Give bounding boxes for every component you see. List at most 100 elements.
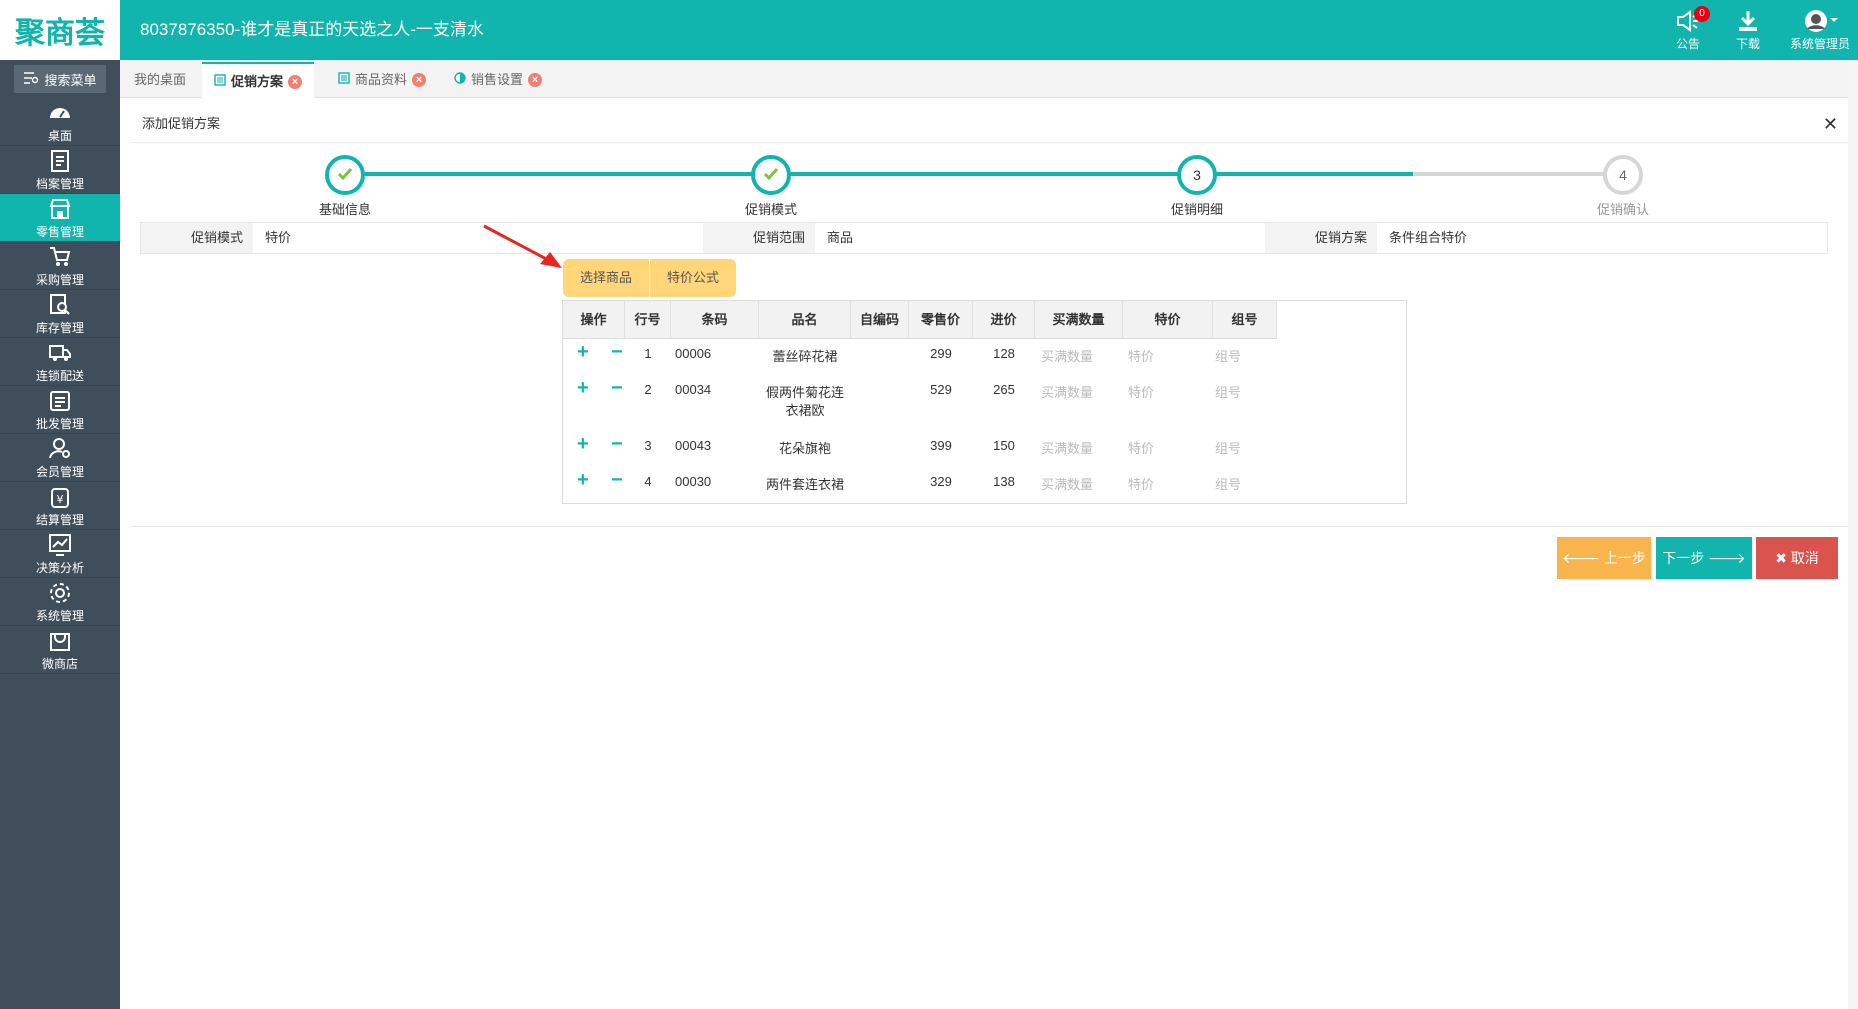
nav-purchase[interactable]: 采购管理 — [0, 242, 120, 290]
tab-goods[interactable]: 商品资料 × — [326, 62, 438, 98]
scrollbar[interactable] — [1848, 60, 1858, 1009]
cell-name: 花朵旗袍 — [778, 441, 831, 456]
special-price-input[interactable]: 特价 — [1128, 438, 1210, 457]
cancel-button[interactable]: ✖ 取消 — [1756, 537, 1838, 579]
fullqty-input[interactable]: 买满数量 — [1041, 474, 1123, 493]
fullqty-input[interactable]: 买满数量 — [1041, 382, 1123, 401]
mode-value: 特价 — [253, 223, 703, 253]
step-progress-pending — [1413, 172, 1623, 176]
remove-row-icon[interactable]: − — [611, 434, 623, 454]
promotion-info-row: 促销模式 特价 促销范围 商品 促销方案 条件组合特价 — [140, 222, 1828, 254]
cell-name: 两件套连衣裙 — [765, 477, 844, 492]
half-circle-icon — [454, 62, 466, 98]
nav-retail[interactable]: 零售管理 — [0, 194, 120, 242]
inventory-search-icon — [47, 291, 73, 319]
close-icon: ✖ — [1775, 550, 1787, 566]
nav-label: 批发管理 — [35, 417, 84, 431]
nav-wholesale[interactable]: 批发管理 — [0, 386, 120, 434]
cell-retail: 529 — [930, 382, 952, 397]
download-button[interactable]: 下载 — [1718, 6, 1778, 54]
wholesale-icon — [47, 387, 73, 415]
close-tab-icon[interactable]: × — [288, 74, 303, 89]
top-header: 聚商荟 8037876350-谁才是真正的天选之人-一支清水 公告 0 下载 系… — [0, 0, 1858, 60]
divider — [130, 526, 1848, 527]
annotation-arrow — [483, 224, 562, 268]
add-row-icon[interactable]: + — [577, 342, 589, 362]
col-row-no-header: 行号 — [625, 301, 671, 339]
remove-row-icon[interactable]: − — [611, 378, 623, 398]
nav-label: 微商店 — [41, 657, 78, 671]
select-goods-button[interactable]: 选择商品 — [563, 259, 649, 297]
search-menu-button[interactable]: 搜索菜单 — [14, 65, 106, 93]
cell-retail: 299 — [930, 346, 952, 361]
cell-name: 假两件菊花连 — [765, 385, 844, 400]
check-icon — [763, 167, 779, 184]
plan-value: 条件组合特价 — [1377, 223, 1827, 253]
user-menu[interactable]: 系统管理员 — [1782, 6, 1858, 54]
col-cost-header: 进价 — [973, 301, 1035, 339]
list-icon — [338, 62, 350, 98]
remove-row-icon[interactable]: − — [611, 470, 623, 490]
step-4-label: 促销确认 — [1596, 202, 1649, 217]
cell-barcode: 00043 — [675, 438, 712, 453]
cell-barcode: 00030 — [675, 474, 712, 489]
panel-header: 添加促销方案 ✕ — [130, 105, 1848, 143]
truck-icon — [47, 339, 73, 367]
nav-label: 结算管理 — [35, 513, 84, 527]
nav-label: 档案管理 — [35, 177, 84, 191]
nav-label: 系统管理 — [35, 609, 84, 623]
fullqty-input[interactable]: 买满数量 — [1041, 438, 1123, 457]
nav-inventory[interactable]: 库存管理 — [0, 290, 120, 338]
nav-chain-delivery[interactable]: 连锁配送 — [0, 338, 120, 386]
nav-label: 采购管理 — [35, 273, 84, 287]
tab-sales-settings[interactable]: 销售设置 × — [442, 62, 554, 98]
tab-desktop[interactable]: 我的桌面 — [122, 62, 198, 98]
step-4-circle: 4 — [1603, 155, 1643, 195]
col-group-header: 组号 — [1213, 301, 1277, 339]
nav-decision[interactable]: 决策分析 — [0, 530, 120, 578]
col-op-header: 操作 — [563, 301, 625, 339]
cell-name: 蕾丝碎花裙 — [772, 349, 838, 364]
close-tab-icon[interactable]: × — [528, 73, 543, 87]
nav-settlement[interactable]: ¥ 结算管理 — [0, 482, 120, 530]
cell-barcode: 00006 — [675, 346, 712, 361]
add-row-icon[interactable]: + — [577, 378, 589, 398]
fullqty-input[interactable]: 买满数量 — [1041, 346, 1123, 365]
special-price-formula-button[interactable]: 特价公式 — [650, 259, 736, 297]
add-row-icon[interactable]: + — [577, 470, 589, 490]
nav-label: 决策分析 — [35, 561, 84, 575]
step-2-circle — [751, 155, 791, 195]
next-step-button[interactable]: 下一步 🡒 — [1656, 537, 1752, 579]
nav-archive[interactable]: 档案管理 — [0, 146, 120, 194]
add-row-icon[interactable]: + — [577, 434, 589, 454]
tab-promotion[interactable]: 促销方案 × — [202, 62, 315, 99]
store-icon — [47, 195, 73, 223]
announcement-button[interactable]: 公告 0 — [1658, 6, 1718, 54]
special-price-input[interactable]: 特价 — [1128, 382, 1210, 401]
close-icon[interactable]: ✕ — [1823, 105, 1838, 143]
prev-step-button[interactable]: 🡐 上一步 — [1557, 537, 1651, 579]
nav-label: 会员管理 — [35, 465, 84, 479]
group-input[interactable]: 组号 — [1215, 346, 1275, 365]
app-logo[interactable]: 聚商荟 — [0, 0, 120, 60]
special-price-input[interactable]: 特价 — [1128, 346, 1210, 365]
arrow-right-icon: 🡒 — [1708, 550, 1746, 566]
remove-row-icon[interactable]: − — [611, 342, 623, 362]
cell-cost: 138 — [993, 474, 1015, 489]
cell-row-no: 1 — [644, 346, 652, 361]
nav-label: 连锁配送 — [35, 369, 84, 383]
group-input[interactable]: 组号 — [1215, 382, 1275, 401]
nav-desktop[interactable]: 桌面 — [0, 98, 120, 146]
col-retail-header: 零售价 — [909, 301, 973, 339]
nav-system[interactable]: 系统管理 — [0, 578, 120, 626]
group-input[interactable]: 组号 — [1215, 438, 1275, 457]
filter-list-icon — [23, 71, 39, 88]
special-price-input[interactable]: 特价 — [1128, 474, 1210, 493]
nav-micro-shop[interactable]: 微商店 — [0, 626, 120, 674]
tab-bar: 我的桌面 促销方案 × 商品资料 × 销售设置 × — [120, 60, 1858, 99]
group-input[interactable]: 组号 — [1215, 474, 1275, 493]
nav-member[interactable]: 会员管理 — [0, 434, 120, 482]
close-tab-icon[interactable]: × — [412, 73, 427, 87]
cell-cost: 150 — [993, 438, 1015, 453]
step-3-circle: 3 — [1177, 155, 1217, 195]
